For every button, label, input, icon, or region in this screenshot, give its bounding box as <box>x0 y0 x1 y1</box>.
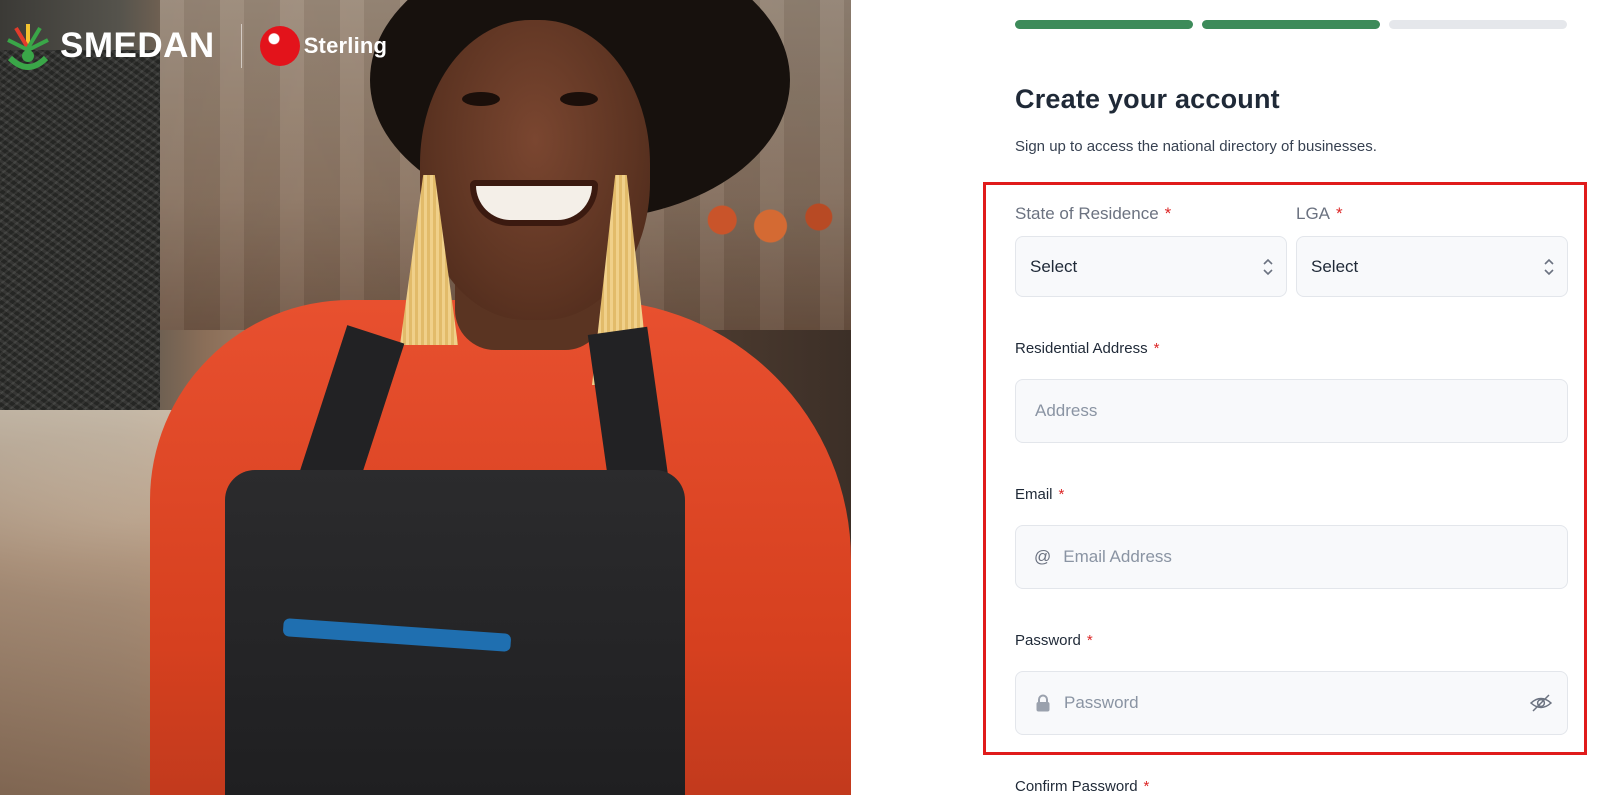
produce <box>690 190 851 250</box>
email-label-text: Email <box>1015 486 1053 503</box>
sterling-logo-icon <box>259 26 300 66</box>
page-title: Create your account <box>1015 84 1280 114</box>
required-mark: * <box>1086 632 1093 649</box>
state-select[interactable]: Select <box>1015 236 1287 297</box>
brand-divider <box>240 24 242 68</box>
confirm-password-label-text: Confirm Password <box>1015 778 1138 795</box>
state-label-text: State of Residence <box>1015 204 1159 223</box>
required-mark: * <box>1153 340 1160 357</box>
progress-step-1 <box>1015 20 1193 29</box>
email-placeholder: Email Address <box>1063 547 1172 566</box>
address-placeholder: Address <box>1035 401 1098 420</box>
lock-icon <box>1034 694 1052 712</box>
address-label: Residential Address * <box>1015 340 1159 357</box>
state-label: State of Residence * <box>1015 204 1171 224</box>
chevron-up-down-icon <box>1262 256 1274 278</box>
smedan-logo-text: SMEDAN <box>60 26 215 65</box>
person-eye <box>560 92 598 106</box>
signup-progress-bar <box>1015 20 1567 29</box>
required-mark: * <box>1164 204 1172 223</box>
password-placeholder: Password <box>1064 693 1139 712</box>
lga-label: LGA * <box>1296 204 1343 224</box>
required-mark: * <box>1058 486 1065 503</box>
progress-step-3 <box>1389 20 1567 29</box>
address-label-text: Residential Address <box>1015 340 1148 357</box>
password-label: Password * <box>1015 632 1093 649</box>
password-label-text: Password <box>1015 632 1081 649</box>
password-input[interactable]: Password <box>1015 671 1568 735</box>
brand-bar: SMEDAN Sterling <box>0 18 387 74</box>
address-input[interactable]: Address <box>1015 379 1568 443</box>
required-mark: * <box>1143 778 1150 795</box>
person-smile <box>470 180 598 226</box>
confirm-password-label: Confirm Password * <box>1015 778 1149 795</box>
at-sign-icon: @ <box>1034 547 1052 566</box>
required-mark: * <box>1336 204 1343 223</box>
person-eye <box>462 92 500 106</box>
progress-step-2 <box>1202 20 1380 29</box>
hero-image: SMEDAN Sterling <box>0 0 851 795</box>
lga-select-value: Select <box>1311 256 1359 276</box>
smedan-logo-icon <box>0 18 56 74</box>
lga-label-text: LGA <box>1296 204 1331 223</box>
page-subtitle: Sign up to access the national directory… <box>1015 138 1377 155</box>
stall-cloth <box>0 50 160 410</box>
eye-off-icon[interactable] <box>1529 691 1553 715</box>
state-select-value: Select <box>1030 256 1078 276</box>
chevron-up-down-icon <box>1543 256 1555 278</box>
email-label: Email * <box>1015 486 1064 503</box>
lga-select[interactable]: Select <box>1296 236 1568 297</box>
sterling-logo-text: Sterling <box>303 33 388 58</box>
email-input[interactable]: @ Email Address <box>1015 525 1568 589</box>
